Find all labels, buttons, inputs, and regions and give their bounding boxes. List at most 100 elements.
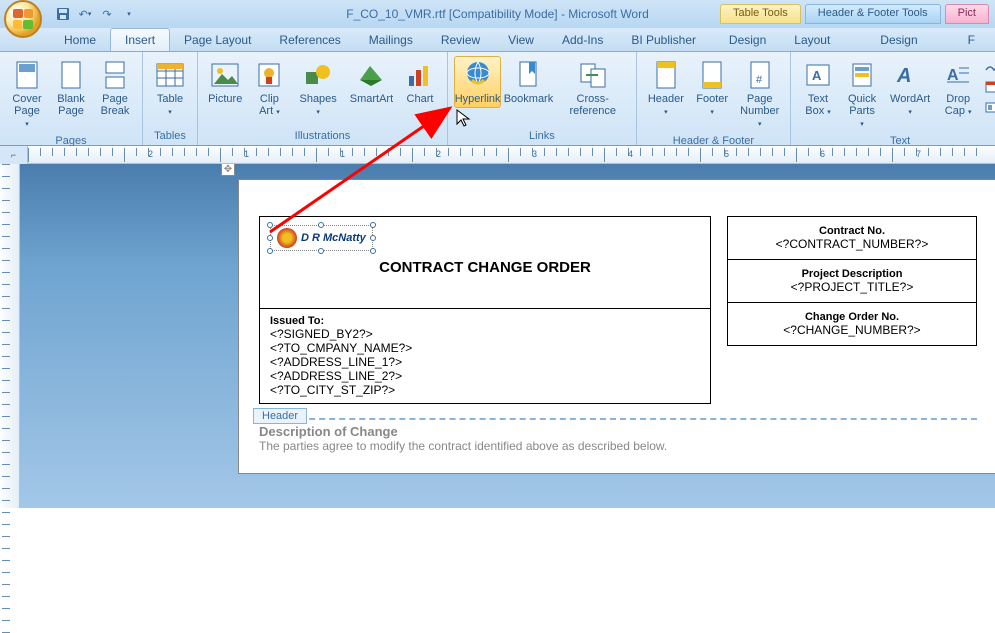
svg-text:#: # — [756, 74, 763, 86]
table-left-column: D R McNatty CONTRACT CHANGE ORDER Issued… — [259, 216, 711, 404]
group-links: Hyperlink Bookmark Cross-reference Links — [448, 52, 637, 145]
drop-cap-button[interactable]: ADrop Cap ▾ — [937, 56, 979, 122]
document-area: ✥ D R McNatty CONTRACT — [0, 164, 995, 508]
tab-addins[interactable]: Add-Ins — [548, 29, 617, 51]
tab-page-layout[interactable]: Page Layout — [170, 29, 265, 51]
footer-icon — [696, 59, 728, 91]
vertical-ruler[interactable] — [0, 164, 20, 508]
text-box-button[interactable]: AText Box ▾ — [797, 56, 839, 122]
tab-mailings[interactable]: Mailings — [355, 29, 427, 51]
footer-button[interactable]: Footer ▾ — [691, 56, 733, 122]
tab-table-design[interactable]: Design — [715, 29, 780, 51]
desc-of-change-title: Description of Change — [259, 424, 977, 439]
issued-line: <?TO_CMPANY_NAME?> — [270, 341, 700, 355]
smartart-button[interactable]: SmartArt — [346, 56, 397, 108]
issued-line: <?ADDRESS_LINE_2?> — [270, 369, 700, 383]
redo-icon[interactable]: ↷ — [98, 5, 116, 23]
tab-hf-design[interactable]: Design — [866, 29, 931, 51]
cover-page-button[interactable]: Cover Page ▾ — [6, 56, 48, 134]
bookmark-button[interactable]: Bookmark — [503, 56, 553, 108]
chart-button[interactable]: Chart — [399, 56, 441, 108]
header-tag[interactable]: Header — [253, 408, 307, 424]
change-order-cell: Change Order No. <?CHANGE_NUMBER?> — [727, 303, 977, 346]
group-illustrations: Picture Clip Art ▾ Shapes ▾ SmartArt Cha… — [198, 52, 448, 145]
office-button[interactable] — [4, 0, 42, 38]
page-number-button[interactable]: #Page Number ▾ — [735, 56, 784, 134]
wordart-button[interactable]: AWordArt ▾ — [885, 56, 935, 122]
table-move-handle[interactable]: ✥ — [221, 164, 235, 176]
issued-line: <?SIGNED_BY2?> — [270, 327, 700, 341]
object-icon[interactable] — [983, 98, 995, 116]
tab-home[interactable]: Home — [50, 29, 110, 51]
clip-art-icon — [253, 59, 285, 91]
blank-page-icon — [55, 59, 87, 91]
table-right-column: Contract No. <?CONTRACT_NUMBER?> Project… — [727, 216, 977, 404]
header-icon — [650, 59, 682, 91]
quick-parts-icon — [846, 59, 878, 91]
mouse-cursor-icon — [455, 108, 471, 128]
desc-of-change-body: The parties agree to modify the contract… — [259, 439, 977, 453]
svg-text:A: A — [812, 68, 822, 83]
shapes-button[interactable]: Shapes ▾ — [292, 56, 344, 122]
tab-view[interactable]: View — [494, 29, 548, 51]
blank-page-button[interactable]: Blank Page — [50, 56, 92, 120]
issued-to-block: Issued To: <?SIGNED_BY2?><?TO_CMPANY_NAM… — [260, 308, 710, 403]
header-boundary: Header Description of Change The parties… — [259, 418, 977, 453]
page-break-icon — [99, 59, 131, 91]
table-button[interactable]: Table ▾ — [149, 56, 191, 122]
cross-reference-button[interactable]: Cross-reference — [556, 56, 630, 120]
project-desc-cell: Project Description <?PROJECT_TITLE?> — [727, 260, 977, 303]
drop-cap-icon: A — [942, 59, 974, 91]
text-small-buttons — [981, 56, 995, 118]
ruler-area: ⌐ 211234567 — [0, 146, 995, 164]
group-header-footer: Header ▾ Footer ▾ #Page Number ▾ Header … — [637, 52, 791, 145]
document-scroll-pane[interactable]: ✥ D R McNatty CONTRACT — [20, 164, 995, 508]
date-time-icon[interactable] — [983, 78, 995, 96]
ribbon: Cover Page ▾ Blank Page Page Break Pages… — [0, 52, 995, 146]
picture-icon — [209, 59, 241, 91]
tab-bi-publisher[interactable]: BI Publisher — [617, 29, 710, 51]
horizontal-ruler[interactable]: 211234567 — [28, 146, 995, 163]
text-box-icon: A — [802, 59, 834, 91]
context-tab-header-footer-tools: Header & Footer Tools — [805, 4, 941, 24]
group-tables: Table ▾ Tables — [143, 52, 198, 145]
window-title: F_CO_10_VMR.rtf [Compatibility Mode] - M… — [346, 7, 649, 21]
logo-image-selected[interactable]: D R McNatty — [270, 225, 373, 251]
hyperlink-button[interactable]: Hyperlink — [454, 56, 501, 108]
clip-art-button[interactable]: Clip Art ▾ — [248, 56, 290, 122]
page-break-button[interactable]: Page Break — [94, 56, 136, 120]
ruler-corner[interactable]: ⌐ — [0, 146, 28, 164]
contract-no-cell: Contract No. <?CONTRACT_NUMBER?> — [727, 216, 977, 260]
quick-parts-button[interactable]: Quick Parts ▾ — [841, 56, 883, 134]
issued-line: <?TO_CITY_ST_ZIP?> — [270, 383, 700, 397]
tab-table-layout[interactable]: Layout — [780, 29, 844, 51]
qat-more-icon[interactable]: ▾ — [120, 5, 138, 23]
tab-references[interactable]: References — [265, 29, 354, 51]
document-page: ✥ D R McNatty CONTRACT — [238, 179, 995, 474]
smartart-icon — [355, 59, 387, 91]
cover-page-icon — [11, 59, 43, 91]
tab-review[interactable]: Review — [427, 29, 494, 51]
logo-text: D R McNatty — [301, 232, 366, 244]
context-tab-table-tools: Table Tools — [720, 4, 801, 24]
table-icon — [154, 59, 186, 91]
doc-main-title: CONTRACT CHANGE ORDER — [270, 251, 700, 290]
group-label-illustrations: Illustrations — [204, 129, 441, 143]
shapes-icon — [302, 59, 334, 91]
quick-access-toolbar: ↶▾ ↷ ▾ — [54, 5, 138, 23]
tab-insert[interactable]: Insert — [110, 28, 170, 51]
undo-icon[interactable]: ↶▾ — [76, 5, 94, 23]
tab-picture-format[interactable]: F — [954, 29, 989, 51]
save-icon[interactable] — [54, 5, 72, 23]
bookmark-icon — [512, 59, 544, 91]
chart-icon — [404, 59, 436, 91]
header-button[interactable]: Header ▾ — [643, 56, 689, 122]
svg-text:A: A — [947, 67, 959, 84]
issued-to-label: Issued To: — [270, 315, 700, 327]
context-tab-picture-tools: Pict — [945, 4, 989, 24]
issued-line: <?ADDRESS_LINE_1?> — [270, 355, 700, 369]
signature-line-icon[interactable] — [983, 58, 995, 76]
svg-text:A: A — [896, 65, 911, 87]
group-text: AText Box ▾ Quick Parts ▾ AWordArt ▾ ADr… — [791, 52, 995, 145]
picture-button[interactable]: Picture — [204, 56, 246, 108]
